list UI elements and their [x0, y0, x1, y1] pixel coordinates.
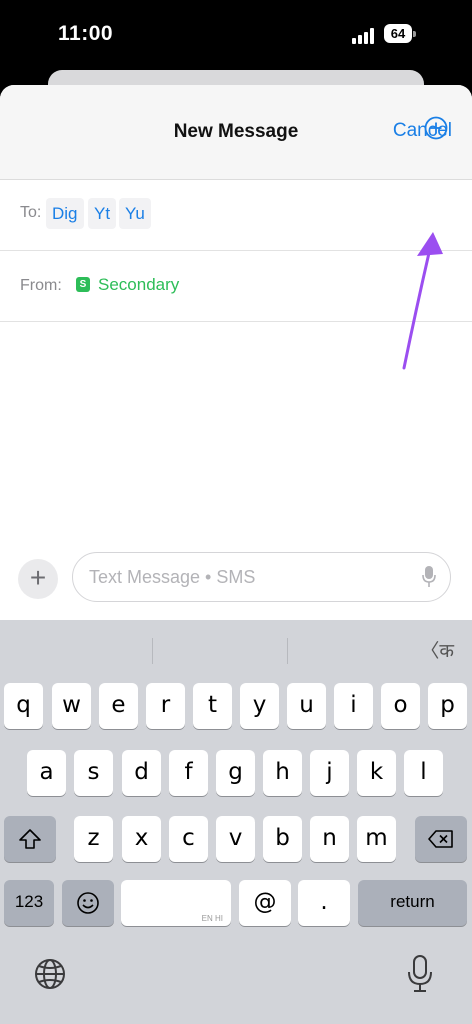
return-key[interactable]: return	[358, 880, 467, 926]
key-v[interactable]: v	[216, 816, 255, 862]
key-x[interactable]: x	[122, 816, 161, 862]
space-language-hint: EN HI	[201, 914, 223, 923]
dictation-icon[interactable]	[406, 954, 434, 994]
key-s[interactable]: s	[74, 750, 113, 796]
key-n[interactable]: n	[310, 816, 349, 862]
key-o[interactable]: o	[381, 683, 420, 729]
space-bar[interactable]: EN HI	[121, 880, 231, 926]
suggestion-bar: 〈क	[0, 620, 472, 672]
apps-plus-button[interactable]: +	[18, 559, 58, 599]
shift-key[interactable]	[4, 816, 56, 862]
shift-icon	[19, 829, 41, 849]
key-f[interactable]: f	[169, 750, 208, 796]
key-y[interactable]: y	[240, 683, 279, 729]
message-placeholder: Text Message • SMS	[89, 567, 256, 587]
key-d[interactable]: d	[122, 750, 161, 796]
period-key[interactable]: .	[298, 880, 350, 926]
numbers-key[interactable]: 123	[4, 880, 54, 926]
key-k[interactable]: k	[357, 750, 396, 796]
key-u[interactable]: u	[287, 683, 326, 729]
key-r[interactable]: r	[146, 683, 185, 729]
key-t[interactable]: t	[193, 683, 232, 729]
delete-key[interactable]	[415, 816, 467, 862]
key-h[interactable]: h	[263, 750, 302, 796]
key-p[interactable]: p	[428, 683, 467, 729]
delete-icon	[428, 830, 453, 848]
key-a[interactable]: a	[27, 750, 66, 796]
key-e[interactable]: e	[99, 683, 138, 729]
keyboard: 〈क q w e r t y u i o p a s d f g h j k l…	[0, 620, 472, 1024]
key-c[interactable]: c	[169, 816, 208, 862]
key-q[interactable]: q	[4, 683, 43, 729]
key-l[interactable]: l	[404, 750, 443, 796]
message-input[interactable]: Text Message • SMS	[72, 552, 451, 602]
globe-icon[interactable]	[34, 958, 66, 990]
at-key[interactable]: @	[239, 880, 291, 926]
emoji-key[interactable]	[62, 880, 114, 926]
key-m[interactable]: m	[357, 816, 396, 862]
key-z[interactable]: z	[74, 816, 113, 862]
microphone-icon[interactable]	[422, 566, 436, 588]
annotation-arrow	[402, 232, 443, 370]
language-switch-button[interactable]: 〈क	[420, 636, 454, 663]
key-g[interactable]: g	[216, 750, 255, 796]
suggestion-divider	[287, 638, 288, 664]
emoji-icon	[77, 892, 99, 914]
key-j[interactable]: j	[310, 750, 349, 796]
key-b[interactable]: b	[263, 816, 302, 862]
key-w[interactable]: w	[52, 683, 91, 729]
key-i[interactable]: i	[334, 683, 373, 729]
suggestion-divider	[152, 638, 153, 664]
